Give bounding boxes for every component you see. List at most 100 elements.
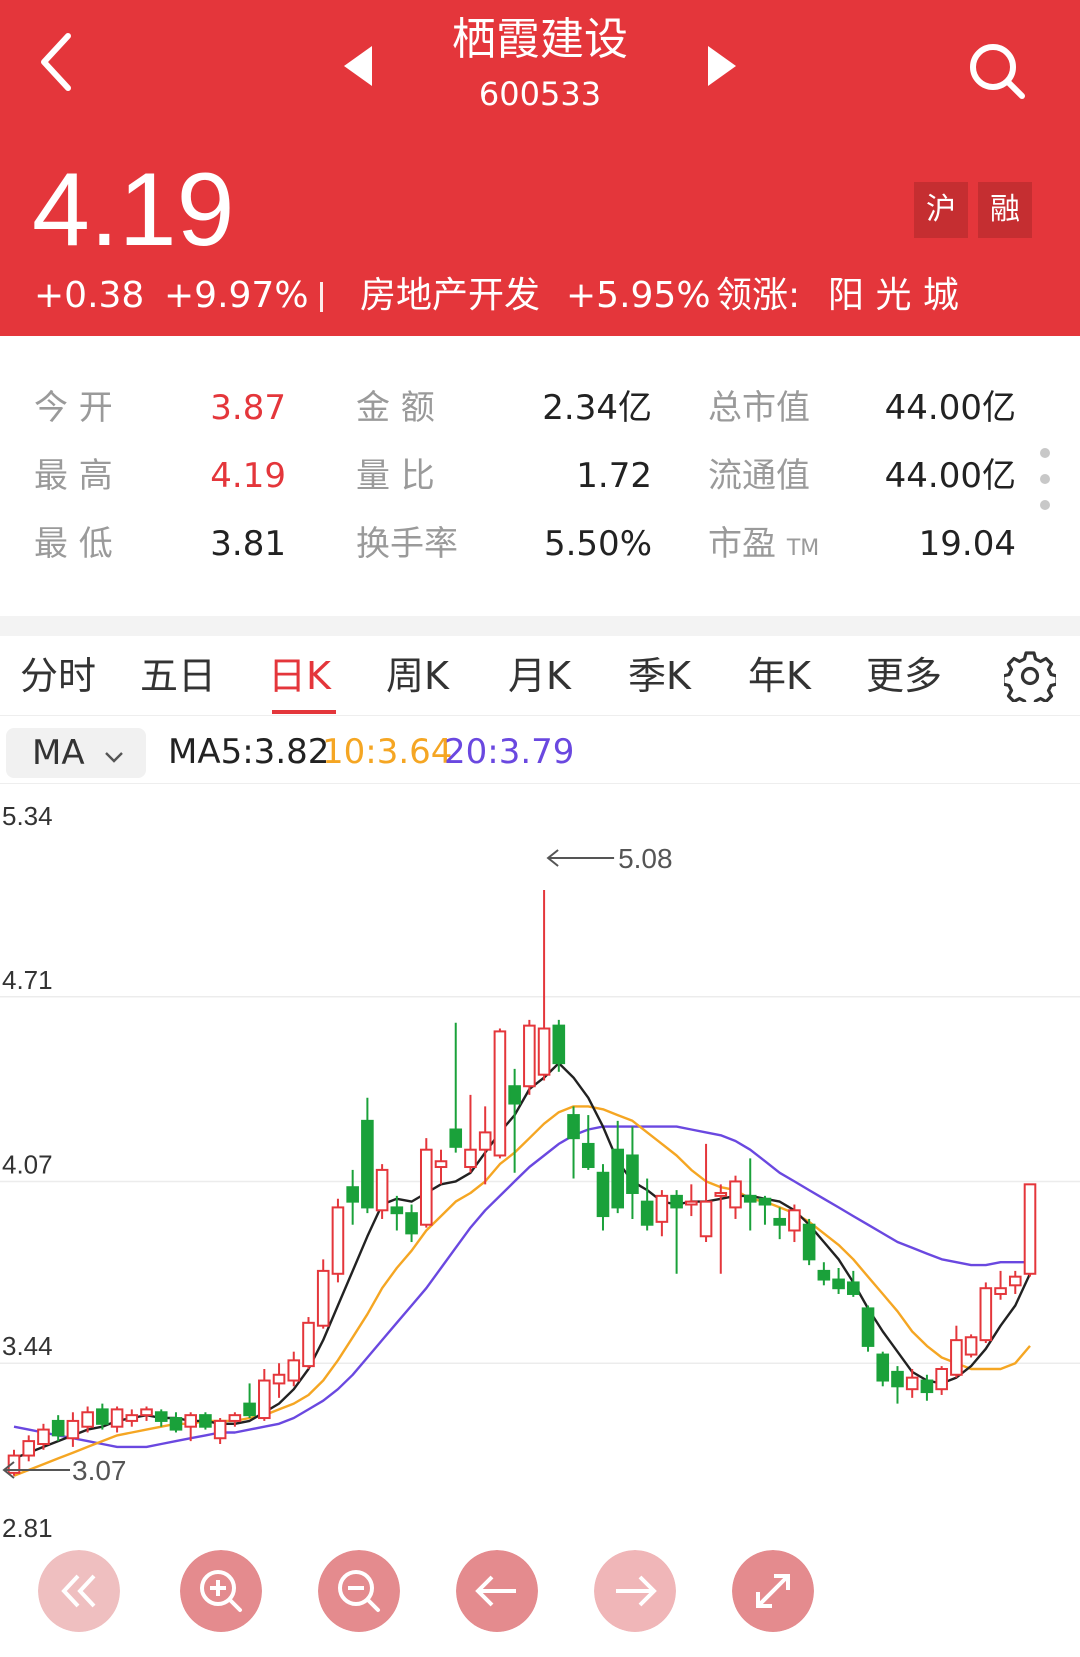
active-tab-indicator [272,710,336,714]
stock-code: 600533 [478,75,602,113]
candle-body [287,1359,301,1382]
ma10-value: 10:3.64 [322,732,453,772]
pe-label-ttm: TM [786,536,820,561]
candle-body [449,1128,463,1148]
candle-body [832,1278,845,1290]
settings-gear-icon[interactable] [1004,650,1056,702]
prev-stock-icon[interactable] [344,46,372,86]
ma-selector[interactable]: MA [6,728,146,778]
candle-body [861,1307,875,1347]
zoom-out-icon[interactable] [318,1550,400,1632]
tab-monthly-k[interactable]: 月K [508,652,571,700]
candle-body [758,1197,772,1206]
candle-body [640,1200,654,1226]
leader-label: 领涨: [716,275,801,316]
candle-body [228,1414,242,1422]
price-change: +0.38 [34,275,145,316]
candle-body [979,1287,993,1342]
candle-body [302,1321,315,1368]
candle-body [140,1408,153,1417]
market-cap-value: 44.00亿 [884,388,1016,428]
back-icon[interactable] [36,30,76,94]
amount-value: 2.34亿 [542,388,652,428]
sector-change: +5.95% [566,275,711,316]
market-cap-label: 总市值 [708,388,810,428]
candle-body [508,1085,521,1105]
sector-name[interactable]: 房地产开发 [360,272,540,320]
leader-stock[interactable]: 阳 光 城 [828,272,959,320]
float-cap-label: 流通值 [708,456,810,496]
candle-body [272,1373,286,1385]
period-tabs: 分时 五日 日K 周K 月K 季K 年K 更多 [0,636,1080,716]
volume-ratio-value: 1.72 [576,456,652,496]
scroll-left-double-icon[interactable] [38,1550,120,1632]
candle-body [905,1376,919,1391]
tab-five-day[interactable]: 五日 [140,652,216,700]
pe-value: 19.04 [918,524,1016,564]
next-stock-icon[interactable] [708,46,736,86]
fullscreen-icon[interactable] [732,1550,814,1632]
tab-daily-k[interactable]: 日K [268,652,331,700]
ma-legend-row: MA MA5:3.82 10:3.64 20:3.79 [0,718,1080,784]
low-value: 3.81 [210,524,286,564]
low-label: 最 低 [34,524,113,564]
stock-header: 栖霞建设 600533 4.19 沪 融 +0.38 +9.97% 房地产开发 … [0,0,1080,336]
price-change-pct: +9.97% [164,275,309,316]
candle-body [331,1206,345,1275]
candle-body [670,1194,683,1209]
candle-body [125,1414,139,1422]
candle-body [920,1379,934,1394]
candle-body [581,1142,595,1169]
ma20-value: 20:3.79 [444,732,575,772]
candle-body [405,1212,418,1235]
arrow-left-icon[interactable] [456,1550,538,1632]
chevron-down-icon [105,752,124,763]
candle-body [66,1419,80,1440]
candle-body [552,1024,566,1065]
candle-body [817,1269,831,1281]
stock-name: 栖霞建设 [452,14,628,65]
tab-intraday[interactable]: 分时 [20,652,96,700]
tab-yearly-k[interactable]: 年K [748,652,811,700]
current-price: 4.19 [32,152,235,268]
y-tick-label: 3.44 [2,1331,53,1361]
y-tick-label: 5.34 [2,801,53,831]
pe-label-text: 市盈 [708,524,776,564]
zoom-in-icon[interactable] [180,1550,262,1632]
candle-body [876,1353,890,1382]
high-value: 4.19 [210,456,286,496]
pe-label: 市盈 TM [708,522,819,571]
candle-body [375,1168,389,1212]
turnover-label: 换手率 [356,524,458,564]
candle-body [523,1024,536,1088]
candle-body [316,1269,330,1327]
search-icon[interactable] [968,42,1028,102]
min-marker-label: 3.07 [72,1455,127,1486]
quote-panel[interactable]: 今 开 3.87 最 高 4.19 最 低 3.81 金 额 2.34亿 量 比… [0,336,1080,616]
candle-body [743,1194,757,1203]
candle-body [390,1206,404,1215]
candle-body [22,1440,36,1457]
candle-body [714,1191,728,1197]
candle-body [169,1417,183,1431]
candle-body [419,1148,433,1226]
candle-body [773,1217,786,1226]
candle-body [537,1027,551,1076]
candle-body [994,1287,1007,1295]
candle-body [346,1186,359,1203]
y-tick-label: 4.07 [2,1149,53,1179]
candle-body [96,1408,109,1425]
margin-badge: 融 [978,182,1032,238]
y-tick-label: 2.81 [2,1513,53,1543]
open-label: 今 开 [34,388,113,428]
tab-weekly-k[interactable]: 周K [386,652,449,700]
arrow-right-icon[interactable] [594,1550,676,1632]
high-label: 最 高 [34,456,113,496]
candle-body [478,1131,492,1151]
candle-body [699,1200,713,1238]
candle-body [258,1379,271,1420]
candlestick-chart[interactable]: 5.34 4.71 4.07 3.44 2.81 5.08 3.07 [0,785,1080,1655]
candle-body [847,1281,860,1295]
tab-quarterly-k[interactable]: 季K [628,652,691,700]
tab-more[interactable]: 更多 [866,652,942,700]
